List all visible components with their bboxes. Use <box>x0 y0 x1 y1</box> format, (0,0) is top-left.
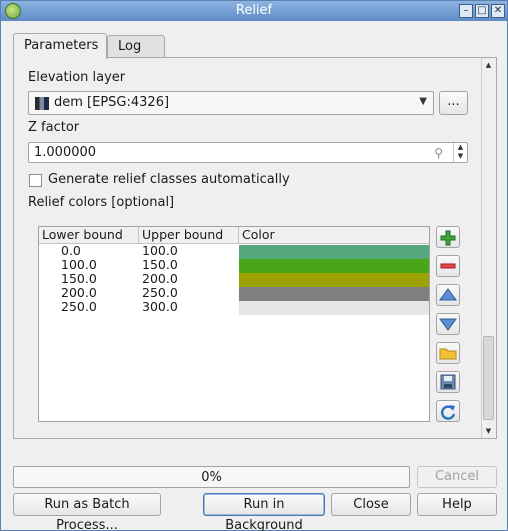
upper-bound-cell[interactable]: 300.0 <box>142 300 178 314</box>
panel-scrollbar[interactable]: ▲ ▼ <box>481 58 495 438</box>
column-upper-bound[interactable]: Upper bound <box>139 227 239 244</box>
run-in-background-button[interactable]: Run in Background <box>203 493 325 531</box>
save-icon <box>440 374 456 390</box>
close-button[interactable]: Close <box>331 493 411 516</box>
elevation-layer-label: Elevation layer <box>28 70 126 85</box>
auto-classes-checkbox[interactable] <box>29 174 42 187</box>
color-swatch-cell[interactable] <box>239 301 429 315</box>
raster-layer-icon <box>35 97 49 110</box>
color-swatch-cell[interactable] <box>239 273 429 287</box>
add-icon <box>440 230 456 246</box>
open-folder-icon <box>439 348 457 360</box>
lower-bound-cell[interactable]: 100.0 <box>61 258 97 272</box>
move-down-button[interactable] <box>436 313 460 335</box>
auto-classes-label: Generate relief classes automatically <box>48 172 290 187</box>
minimize-icon[interactable]: – <box>459 4 473 18</box>
upper-bound-cell[interactable]: 150.0 <box>142 258 178 272</box>
upper-bound-cell[interactable]: 200.0 <box>142 272 178 286</box>
table-row[interactable]: 250.0 300.0 <box>39 300 429 315</box>
maximize-icon[interactable]: □ <box>475 4 489 18</box>
upper-bound-cell[interactable]: 100.0 <box>142 244 178 258</box>
color-swatch-cell[interactable] <box>239 259 429 273</box>
color-swatch-cell[interactable] <box>239 245 429 259</box>
elevation-layer-value: dem [EPSG:4326] <box>54 95 170 110</box>
lower-bound-cell[interactable]: 150.0 <box>61 272 97 286</box>
run-batch-button[interactable]: Run as Batch Process... <box>13 493 161 531</box>
z-factor-label: Z factor <box>28 120 80 135</box>
relief-colors-table: Lower bound Upper bound Color 0.0 100.0 10… <box>38 226 430 422</box>
progress-text: 0% <box>201 470 222 485</box>
progress-bar: 0% <box>13 466 410 488</box>
browse-button[interactable]: ... <box>439 91 468 115</box>
cancel-button[interactable]: Cancel <box>417 466 497 488</box>
close-window-icon[interactable]: ✕ <box>491 4 505 18</box>
move-up-icon <box>439 288 457 301</box>
column-lower-bound[interactable]: Lower bound <box>39 227 139 244</box>
relief-dialog: Relief – □ ✕ Parameters Log Elevation la… <box>0 0 508 531</box>
save-colors-button[interactable] <box>436 371 460 393</box>
scrollbar-thumb[interactable] <box>483 336 494 420</box>
window-title: Relief <box>235 3 273 18</box>
lower-bound-cell[interactable]: 200.0 <box>61 286 97 300</box>
add-class-button[interactable] <box>436 226 460 248</box>
relief-colors-label: Relief colors [optional] <box>28 195 175 210</box>
tab-log[interactable]: Log <box>107 35 165 58</box>
scroll-down-icon[interactable]: ▼ <box>482 424 495 438</box>
refresh-button[interactable] <box>436 400 460 422</box>
parameters-panel: Elevation layer dem [EPSG:4326] ▼ ... Z … <box>13 57 497 439</box>
elevation-layer-combo[interactable]: dem [EPSG:4326] ▼ <box>28 91 434 115</box>
table-row[interactable]: 0.0 100.0 <box>39 244 429 259</box>
lower-bound-cell[interactable]: 250.0 <box>61 300 97 314</box>
z-factor-spinbox[interactable]: 1.000000 ⚲ ▲ ▼ <box>28 142 468 163</box>
help-button[interactable]: Help <box>417 493 497 516</box>
table-row[interactable]: 150.0 200.0 <box>39 272 429 287</box>
spin-arrows-icon[interactable]: ▲ ▼ <box>453 143 467 162</box>
table-row[interactable]: 100.0 150.0 <box>39 258 429 273</box>
table-header: Lower bound Upper bound Color <box>39 227 429 244</box>
lower-bound-cell[interactable]: 0.0 <box>61 244 81 258</box>
move-down-icon <box>439 318 457 331</box>
color-swatch-cell[interactable] <box>239 287 429 301</box>
chevron-down-icon: ▼ <box>419 96 427 107</box>
tab-parameters[interactable]: Parameters <box>13 33 107 59</box>
title-bar: Relief – □ ✕ <box>1 1 507 21</box>
z-factor-value: 1.000000 <box>34 145 97 160</box>
move-up-button[interactable] <box>436 284 460 306</box>
upper-bound-cell[interactable]: 250.0 <box>142 286 178 300</box>
remove-class-button[interactable] <box>436 255 460 277</box>
search-icon: ⚲ <box>434 146 443 160</box>
remove-icon <box>440 263 456 269</box>
column-color[interactable]: Color <box>239 227 429 244</box>
refresh-icon <box>440 405 456 420</box>
scroll-up-icon[interactable]: ▲ <box>482 58 495 72</box>
table-row[interactable]: 200.0 250.0 <box>39 286 429 301</box>
load-colors-button[interactable] <box>436 342 460 364</box>
